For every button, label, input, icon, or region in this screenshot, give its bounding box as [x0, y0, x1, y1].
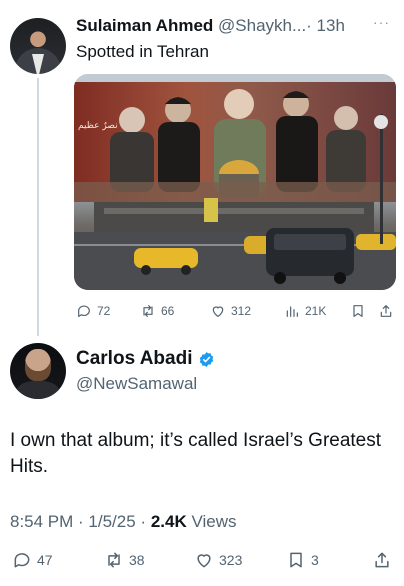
repost-count: 38 [129, 552, 145, 568]
heart-icon [197, 554, 211, 568]
reply-icon [78, 305, 90, 317]
repost-button[interactable]: 66 [140, 300, 174, 322]
tweet-media-photo[interactable]: نصرٌ عظیم [74, 74, 396, 290]
tweet-timestamp[interactable]: 8:54 PM · 1/5/25 · [10, 512, 146, 531]
share-button[interactable] [372, 546, 392, 574]
display-name[interactable]: Carlos Abadi [76, 348, 193, 370]
tweet-action-bar: 47 38 323 3 [0, 546, 404, 574]
quoted-reply-tweet[interactable]: Sulaiman Ahmed @Shaykh...· 13h ··· Spott… [0, 0, 404, 336]
share-icon [375, 552, 389, 568]
avatar[interactable] [10, 18, 66, 74]
like-button[interactable]: 323 [194, 546, 242, 574]
heart-icon [212, 306, 224, 317]
reply-count: 72 [97, 304, 111, 318]
like-count: 312 [231, 304, 252, 318]
reply-button[interactable]: 47 [12, 546, 53, 574]
share-button[interactable] [378, 300, 394, 322]
tweet-text: Spotted in Tehran [76, 42, 209, 61]
billboard-caption: نصرٌ عظیم [78, 121, 118, 131]
share-icon [380, 305, 392, 317]
repost-icon [143, 305, 153, 317]
like-button[interactable]: 312 [210, 300, 251, 322]
views-button[interactable]: 21K [284, 300, 326, 322]
repost-icon [108, 552, 120, 568]
bookmark-icon [353, 305, 363, 317]
reply-button[interactable]: 72 [76, 300, 110, 322]
avatar[interactable] [10, 343, 66, 399]
tweet-timestamp[interactable]: · 13h [306, 16, 345, 35]
tweet-action-bar: 72 66 312 21K [74, 300, 396, 322]
views-label: Views [191, 512, 237, 531]
bookmark-button[interactable]: 3 [286, 546, 319, 574]
repost-button[interactable]: 38 [104, 546, 145, 574]
reply-icon [14, 553, 30, 568]
user-handle[interactable]: @Shaykh... [218, 16, 306, 35]
like-count: 323 [219, 552, 243, 568]
bookmark-icon [290, 552, 302, 568]
bookmark-button[interactable] [350, 300, 366, 322]
tweet-header: Sulaiman Ahmed @Shaykh...· 13h ··· [76, 14, 396, 38]
author-name-row: Carlos Abadi [76, 348, 215, 370]
tweet-text: I own that album; it’s called Israel’s G… [10, 430, 382, 477]
view-count: 21K [305, 304, 327, 318]
user-handle[interactable]: @NewSamawal [76, 374, 197, 394]
display-name[interactable]: Sulaiman Ahmed [76, 16, 213, 35]
thread-connector-line [37, 78, 39, 336]
reply-count: 47 [37, 552, 53, 568]
bookmark-count: 3 [311, 552, 319, 568]
tweet-thread: Sulaiman Ahmed @Shaykh...· 13h ··· Spott… [0, 0, 404, 586]
verified-badge-icon [199, 351, 213, 367]
views-chart-icon [286, 306, 298, 317]
repost-count: 66 [161, 304, 175, 318]
tweet-metadata: 8:54 PM · 1/5/25 · 2.4K Views [10, 512, 237, 532]
views-count: 2.4K [150, 512, 187, 531]
more-options-icon[interactable]: ··· [373, 14, 390, 30]
billboard-photo-illustration: نصرٌ عظیم [74, 74, 396, 290]
